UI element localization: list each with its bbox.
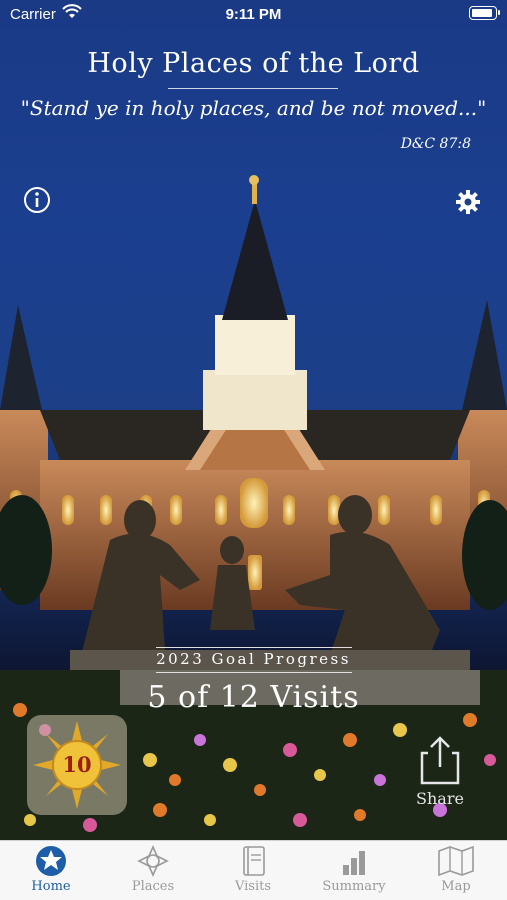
tab-summary[interactable]: Summary <box>319 845 389 899</box>
share-button[interactable]: Share <box>412 733 468 809</box>
goal-divider-top <box>156 647 352 648</box>
scripture-reference: D&C 87:8 <box>400 136 471 152</box>
temple-photo <box>0 175 507 680</box>
visits-journal-icon <box>243 846 265 876</box>
tab-visits[interactable]: Visits <box>218 845 288 899</box>
battery-icon <box>469 6 500 20</box>
title-divider <box>168 88 338 89</box>
info-icon[interactable] <box>22 185 52 215</box>
map-icon <box>438 845 474 877</box>
status-bar: Carrier 9:11 PM <box>0 0 507 28</box>
achievement-badge[interactable]: 10 <box>27 715 127 815</box>
badge-number: 10 <box>62 752 92 777</box>
tab-places[interactable]: Places <box>118 845 188 899</box>
tab-bar: Home Places Visits Summary Map <box>0 840 507 900</box>
tab-map[interactable]: Map <box>421 845 491 899</box>
tab-summary-label: Summary <box>322 879 386 894</box>
goal-divider-bottom <box>156 672 352 673</box>
share-label: Share <box>416 789 464 808</box>
tab-map-label: Map <box>441 879 471 894</box>
goal-progress-value[interactable]: 5 of 12 Visits <box>0 680 507 715</box>
status-time: 9:11 PM <box>225 6 282 23</box>
tab-visits-label: Visits <box>234 879 272 894</box>
tab-home-label: Home <box>31 879 71 894</box>
share-icon <box>420 736 460 785</box>
scripture-quote: "Stand ye in holy places, and be not mov… <box>20 96 487 120</box>
tab-home[interactable]: Home <box>16 845 86 899</box>
home-star-icon <box>36 846 66 876</box>
tab-places-label: Places <box>131 879 175 894</box>
summary-chart-icon <box>343 851 365 875</box>
places-icon <box>137 845 169 877</box>
gear-icon[interactable] <box>453 187 483 217</box>
home-screen: Carrier 9:11 PM Holy Places of the Lord … <box>0 0 507 900</box>
app-title: Holy Places of the Lord <box>87 48 420 79</box>
goal-progress-label: 2023 Goal Progress <box>156 650 351 668</box>
